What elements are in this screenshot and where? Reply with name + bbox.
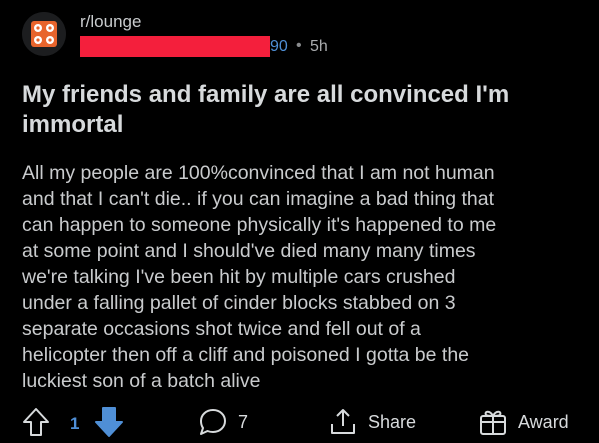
meta-separator: •: [296, 37, 302, 54]
share-button[interactable]: Share: [328, 404, 416, 440]
award-label: Award: [518, 411, 569, 432]
subreddit-name[interactable]: r/lounge: [80, 12, 141, 32]
comment-bubble-icon: [200, 409, 226, 435]
upvote-button[interactable]: [22, 404, 50, 440]
award-button[interactable]: Award: [478, 404, 569, 440]
award-gift-icon: [480, 410, 506, 435]
subreddit-avatar-icon[interactable]: [22, 12, 66, 56]
downvote-button[interactable]: [94, 404, 124, 440]
upvote-arrow-icon: [23, 408, 49, 436]
username-suffix[interactable]: 90: [270, 38, 288, 56]
post-title: My friends and family are all convinced …: [22, 81, 510, 138]
comment-count: 7: [238, 411, 249, 432]
post-header: r/lounge 90 • 5h: [22, 10, 582, 58]
downvote-arrow-icon: [95, 407, 123, 437]
post-age: 5h: [310, 38, 328, 55]
comments-button[interactable]: 7: [198, 404, 248, 440]
post-action-bar: 1 7 Share Award: [22, 404, 582, 440]
redacted-username[interactable]: [80, 36, 270, 57]
vote-count: 1: [70, 414, 80, 433]
author-row: 90 • 5h: [80, 36, 480, 58]
share-icon: [331, 409, 355, 434]
post-body: All my people are 100%convinced that I a…: [22, 162, 497, 392]
share-label: Share: [368, 411, 417, 432]
